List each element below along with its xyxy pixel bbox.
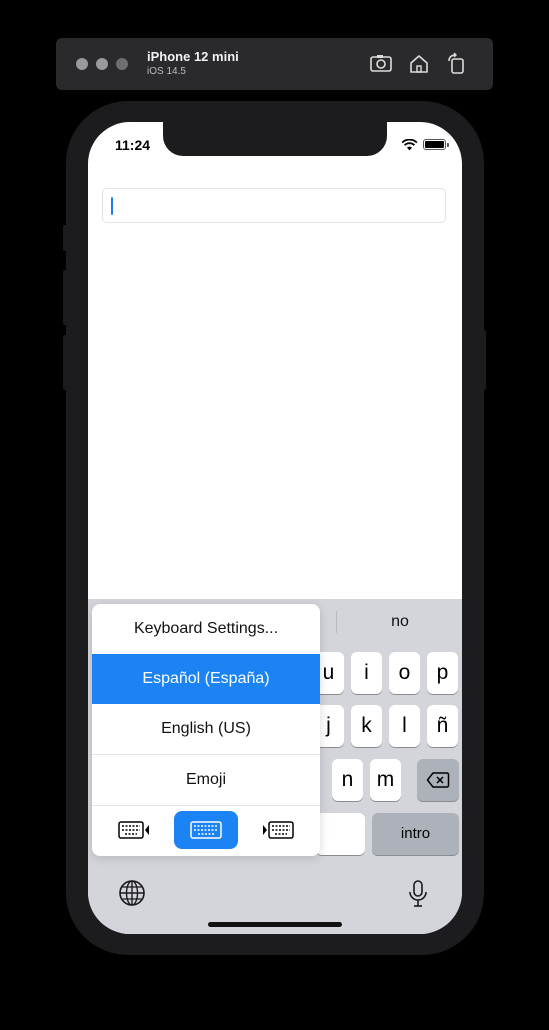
menu-item-espanol[interactable]: Español (España) [92, 654, 320, 704]
battery-icon [423, 139, 449, 150]
wifi-icon [401, 139, 418, 151]
return-key[interactable]: intro [372, 813, 459, 855]
menu-item-emoji[interactable]: Emoji [92, 755, 320, 805]
keyboard-right-mode-button[interactable] [246, 811, 310, 849]
delete-key[interactable] [417, 759, 459, 801]
notch [163, 122, 387, 156]
screenshot-icon[interactable] [369, 52, 393, 76]
power-button [482, 330, 486, 390]
text-input[interactable] [102, 188, 446, 223]
keyboard-left-icon [118, 821, 149, 839]
space-key[interactable] [316, 813, 365, 855]
key-i[interactable]: i [351, 652, 382, 694]
simulator-toolbar: iPhone 12 mini iOS 14.5 [56, 38, 493, 90]
minimize-window-button[interactable] [96, 58, 108, 70]
menu-divider [92, 805, 320, 806]
close-window-button[interactable] [76, 58, 88, 70]
suggestion-word[interactable]: no [338, 599, 462, 644]
key-n-tilde[interactable]: ñ [427, 705, 458, 747]
globe-icon[interactable] [118, 879, 146, 907]
rotate-icon[interactable] [445, 52, 469, 76]
key-p[interactable]: p [427, 652, 458, 694]
status-time: 11:24 [115, 137, 151, 153]
key-n[interactable]: n [332, 759, 363, 801]
volume-up-button [63, 270, 67, 325]
key-o[interactable]: o [389, 652, 420, 694]
keyboard-left-mode-button[interactable] [102, 811, 166, 849]
mute-switch [63, 225, 67, 251]
key-k[interactable]: k [351, 705, 382, 747]
key-l[interactable]: l [389, 705, 420, 747]
volume-down-button [63, 335, 67, 390]
device-name: iPhone 12 mini [147, 49, 239, 64]
key-m[interactable]: m [370, 759, 401, 801]
keyboard-right-icon [263, 821, 294, 839]
home-icon[interactable] [407, 52, 431, 76]
suggestion-divider [336, 611, 337, 633]
microphone-icon[interactable] [408, 879, 428, 909]
text-cursor [111, 197, 113, 215]
os-version: iOS 14.5 [147, 66, 186, 77]
device-screen: 11:24 no u i o p j k l ñ n m intro Keybo… [88, 122, 462, 934]
keyboard-full-icon [190, 821, 222, 839]
keyboard-switcher-menu: Keyboard Settings... Español (España) En… [92, 604, 320, 856]
menu-item-keyboard-settings[interactable]: Keyboard Settings... [92, 604, 320, 654]
zoom-window-button[interactable] [116, 58, 128, 70]
menu-item-english[interactable]: English (US) [92, 704, 320, 754]
delete-icon [426, 772, 450, 788]
home-indicator[interactable] [208, 922, 342, 927]
keyboard-full-mode-button[interactable] [174, 811, 238, 849]
